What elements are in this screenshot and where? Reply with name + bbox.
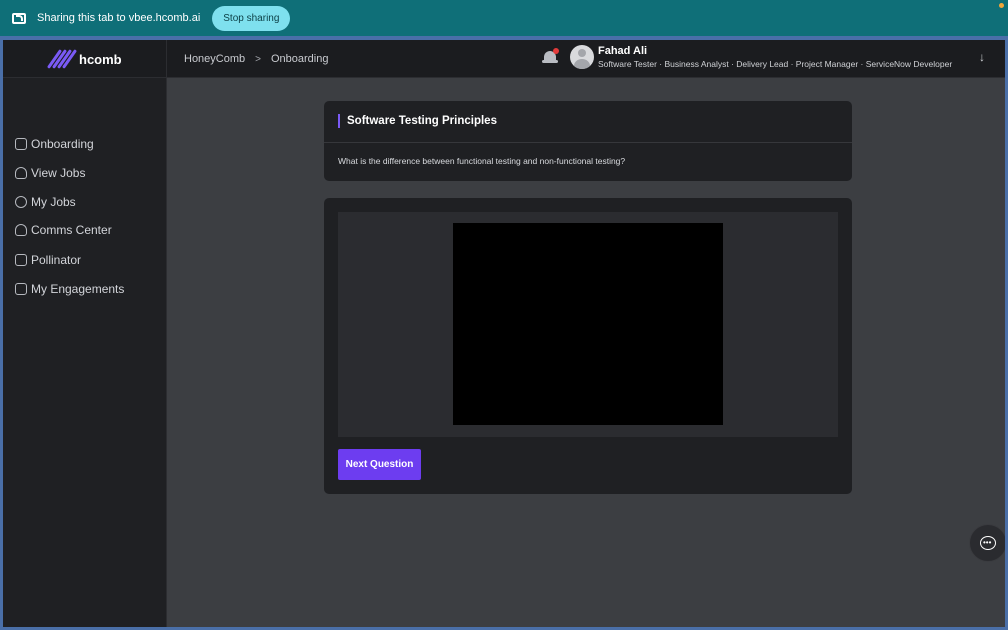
sidebar-item-comms-center[interactable]: Comms Center xyxy=(15,221,112,239)
sidebar-item-label: View Jobs xyxy=(31,166,86,180)
video-preview[interactable] xyxy=(453,223,723,425)
user-roles: Software Tester · Business Analyst · Del… xyxy=(598,59,953,69)
breadcrumb-honeycomb[interactable]: HoneyComb xyxy=(184,53,245,65)
sidebar-item-label: My Jobs xyxy=(31,195,76,209)
sidebar-item-pollinator[interactable]: Pollinator xyxy=(15,251,81,269)
chat-button[interactable]: ••• xyxy=(969,524,1005,562)
user-name: Fahad Ali xyxy=(598,45,648,57)
person-icon xyxy=(15,167,27,179)
breadcrumb-onboarding[interactable]: Onboarding xyxy=(271,53,329,65)
sidebar: Onboarding View Jobs My Jobs Comms Cente… xyxy=(3,78,167,627)
onboarding-icon xyxy=(15,138,27,150)
person-icon xyxy=(15,224,27,236)
share-status-text: Sharing this tab to vbee.hcomb.ai xyxy=(37,12,201,24)
sidebar-item-my-engagements[interactable]: My Engagements xyxy=(15,280,124,298)
sidebar-item-onboarding[interactable]: Onboarding xyxy=(15,135,94,153)
chevron-right-icon: > xyxy=(255,53,261,65)
sidebar-item-label: Onboarding xyxy=(31,137,94,151)
breadcrumb: HoneyComb > Onboarding xyxy=(184,40,328,78)
app-window: hcomb HoneyComb > Onboarding Fahad Ali S… xyxy=(3,40,1005,627)
chat-dots-icon: ••• xyxy=(983,538,992,547)
notification-badge xyxy=(553,48,559,54)
sidebar-item-label: Comms Center xyxy=(31,223,112,237)
question-card: Software Testing Principles What is the … xyxy=(324,101,852,181)
screen-share-bar: Sharing this tab to vbee.hcomb.ai Stop s… xyxy=(0,0,1008,36)
briefcase-icon xyxy=(15,283,27,295)
brand-name: hcomb xyxy=(79,51,122,67)
notification-bell-icon[interactable] xyxy=(542,48,559,66)
top-bar: hcomb HoneyComb > Onboarding Fahad Ali S… xyxy=(3,40,1005,78)
video-area xyxy=(338,212,838,437)
sidebar-item-label: My Engagements xyxy=(31,282,125,296)
sidebar-item-view-jobs[interactable]: View Jobs xyxy=(15,164,85,182)
avatar[interactable] xyxy=(570,45,594,69)
document-icon xyxy=(15,254,27,266)
group-icon xyxy=(15,196,27,208)
arrow-down-icon[interactable]: ↓ xyxy=(979,50,985,64)
screen-share-icon xyxy=(12,12,26,24)
stop-sharing-button[interactable]: Stop sharing xyxy=(212,5,291,31)
divider xyxy=(324,142,852,143)
question-card-title: Software Testing Principles xyxy=(338,114,497,128)
video-card: Next Question xyxy=(324,198,852,494)
recording-indicator xyxy=(999,3,1004,8)
sidebar-item-label: Pollinator xyxy=(31,253,82,267)
brand[interactable]: hcomb xyxy=(3,40,167,78)
question-text: What is the difference between functiona… xyxy=(338,156,626,166)
logo-icon xyxy=(46,48,78,70)
next-question-button[interactable]: Next Question xyxy=(338,449,421,480)
sidebar-item-my-jobs[interactable]: My Jobs xyxy=(15,193,76,211)
